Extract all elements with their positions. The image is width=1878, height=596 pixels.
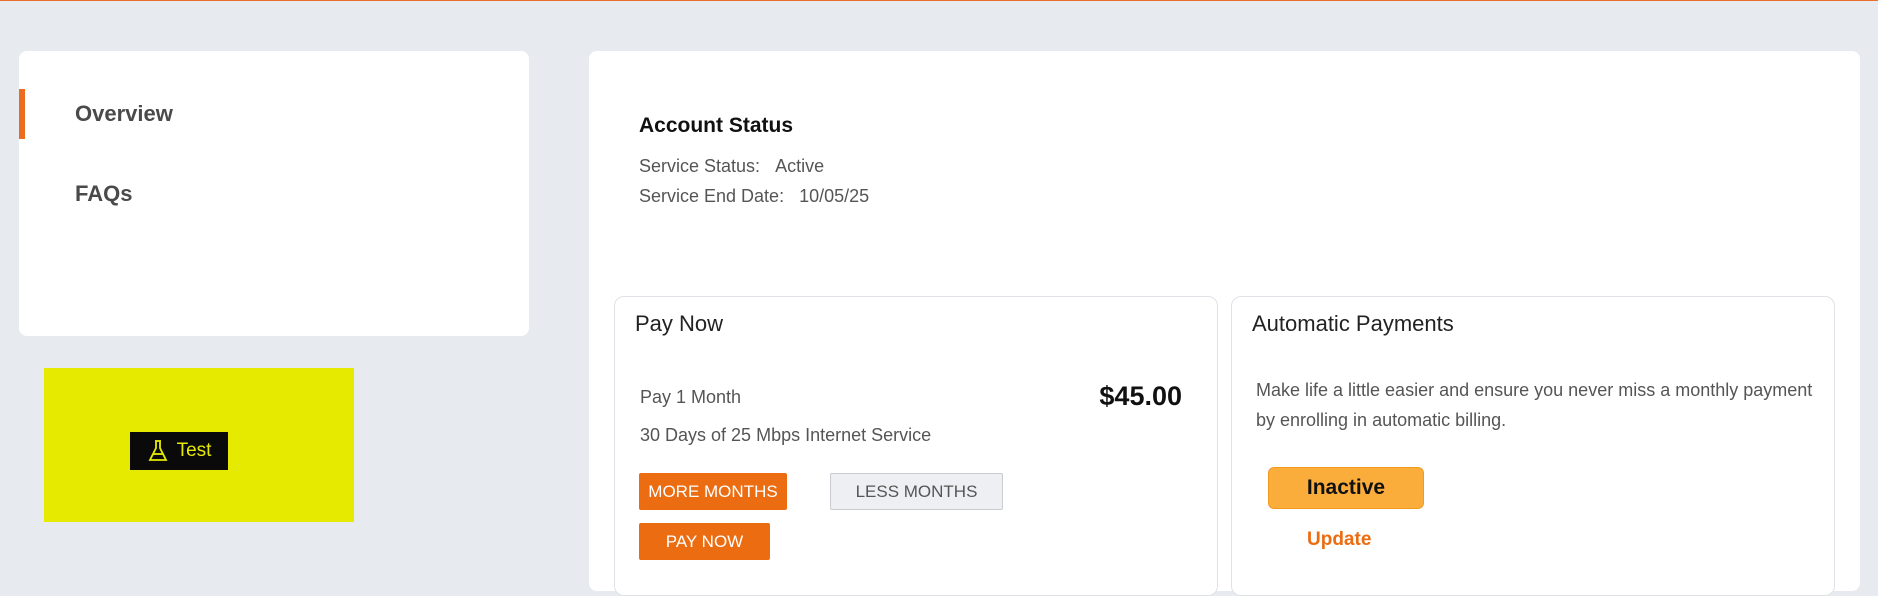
status-badge: Inactive — [1268, 467, 1424, 509]
more-months-button[interactable]: MORE MONTHS — [639, 473, 787, 510]
test-button[interactable]: Test — [130, 432, 228, 470]
test-label: Test — [176, 440, 212, 461]
service-end-value: 10/05/25 — [799, 186, 870, 206]
service-status-row: Service Status: Active — [639, 156, 824, 177]
pay-now-title: Pay Now — [635, 311, 724, 336]
sidebar: Overview FAQs — [19, 51, 529, 336]
automatic-payments-panel: Automatic Payments Make life a little ea… — [1231, 296, 1835, 596]
update-link[interactable]: Update — [1307, 529, 1371, 551]
service-status-value: Active — [775, 156, 825, 176]
flask-icon — [148, 440, 168, 461]
service-end-row: Service End Date: 10/05/25 — [639, 186, 869, 207]
plan-description: 30 Days of 25 Mbps Internet Service — [640, 425, 932, 445]
pay-now-button[interactable]: PAY NOW — [639, 523, 770, 560]
active-indicator — [19, 89, 25, 139]
sidebar-item-faqs[interactable]: FAQs — [19, 169, 529, 219]
automatic-payments-title: Automatic Payments — [1252, 311, 1454, 336]
account-status-title: Account Status — [639, 114, 794, 137]
service-status-label: Service Status: — [639, 156, 761, 176]
plan-label: Pay 1 Month — [640, 387, 742, 407]
less-months-button[interactable]: LESS MONTHS — [830, 473, 1003, 510]
sidebar-item-label: Overview — [75, 101, 173, 126]
payment-amount: $45.00 — [1099, 381, 1182, 411]
top-accent-line — [0, 0, 1878, 1]
service-end-label: Service End Date: — [639, 186, 785, 206]
test-panel: Test — [44, 368, 354, 522]
pay-now-panel: Pay Now Pay 1 Month $45.00 30 Days of 25… — [614, 296, 1218, 596]
automatic-payments-description: Make life a little easier and ensure you… — [1256, 380, 1813, 430]
main-content: Account Status Service Status: Active Se… — [589, 51, 1860, 596]
sidebar-item-overview[interactable]: Overview — [19, 89, 529, 139]
sidebar-item-label: FAQs — [75, 181, 133, 206]
